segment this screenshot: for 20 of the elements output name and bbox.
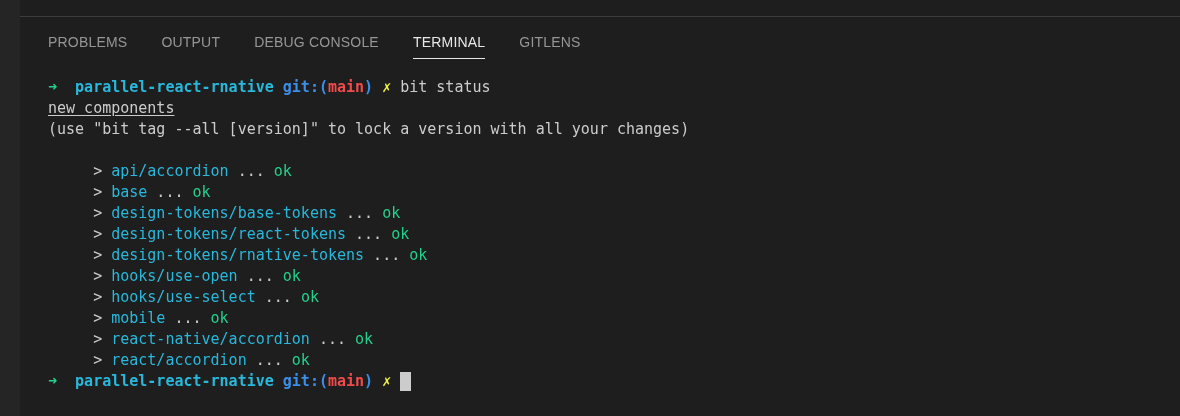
component-line: > mobile ... ok: [92, 308, 229, 329]
component-line: > design-tokens/rnative-tokens ... ok: [92, 245, 428, 266]
component-line: > api/accordion ... ok: [92, 161, 292, 182]
section-heading: new components: [48, 98, 175, 119]
panel-tab[interactable]: OUTPUT: [161, 31, 221, 59]
component-line: > design-tokens/react-tokens ... ok: [92, 224, 410, 245]
panel-tab[interactable]: TERMINAL: [412, 31, 486, 59]
cursor: [400, 372, 412, 391]
component-line: > hooks/use-select ... ok: [92, 287, 319, 308]
panel-tab[interactable]: PROBLEMS: [48, 31, 128, 59]
prompt-line: ➜ parallel-react-rnative git:(main) ✗ bit status: [48, 77, 492, 98]
panel-tab[interactable]: GITLENS: [519, 31, 581, 59]
panel-tab[interactable]: DEBUG CONSOLE: [254, 31, 379, 59]
component-line: > base ... ok: [92, 182, 211, 203]
component-line: > react/accordion ... ok: [92, 350, 310, 371]
component-line: > hooks/use-open ... ok: [92, 266, 301, 287]
component-line: > design-tokens/base-tokens ... ok: [92, 203, 401, 224]
hint-text: (use "bit tag --all [version]" to lock a version with all your changes): [48, 119, 690, 140]
component-line: > react-native/accordion ... ok: [92, 329, 374, 350]
prompt-line: ➜ parallel-react-rnative git:(main) ✗: [48, 371, 392, 392]
